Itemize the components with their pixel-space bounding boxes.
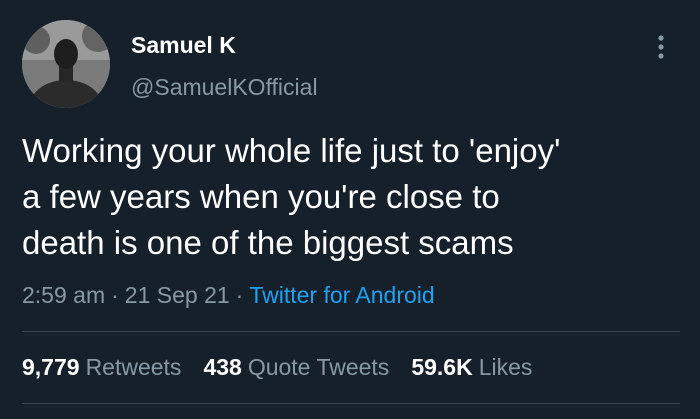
meta-separator: ·: [111, 282, 119, 308]
tweet-card: Samuel K @SamuelKOfficial Working your w…: [0, 0, 700, 419]
tweet-stats: 9,779 Retweets 438 Quote Tweets 59.6K Likes: [22, 354, 532, 381]
likes-stat[interactable]: 59.6K Likes: [411, 354, 532, 381]
tweet-date[interactable]: 21 Sep 21: [125, 282, 230, 308]
retweets-count: 9,779: [22, 354, 80, 380]
likes-label: Likes: [478, 354, 533, 380]
tweet-text: Working your whole life just to 'enjoy' …: [22, 128, 672, 266]
divider: [22, 403, 680, 404]
retweets-label: Retweets: [85, 354, 182, 380]
more-options-button[interactable]: [644, 30, 678, 64]
tweet-source-link[interactable]: Twitter for Android: [249, 282, 434, 308]
meta-separator: ·: [235, 282, 244, 308]
display-name[interactable]: Samuel K: [131, 32, 236, 59]
tweet-text-line: death is one of the biggest scams: [22, 224, 514, 261]
quote-tweets-count: 438: [203, 354, 242, 380]
tweet-time[interactable]: 2:59 am: [22, 282, 105, 308]
avatar[interactable]: [22, 20, 110, 108]
retweets-stat[interactable]: 9,779 Retweets: [22, 354, 181, 381]
more-vertical-icon: [658, 35, 664, 59]
quote-tweets-stat[interactable]: 438 Quote Tweets: [203, 354, 389, 381]
divider: [22, 331, 680, 332]
tweet-text-line: Working your whole life just to 'enjoy': [22, 132, 561, 169]
avatar-photo-icon: [22, 20, 110, 108]
user-handle[interactable]: @SamuelKOfficial: [131, 74, 318, 101]
quote-tweets-label: Quote Tweets: [247, 354, 390, 380]
likes-count: 59.6K: [411, 354, 473, 380]
tweet-meta: 2:59 am · 21 Sep 21 · Twitter for Android: [22, 282, 435, 309]
tweet-text-line: a few years when you're close to: [22, 178, 500, 215]
